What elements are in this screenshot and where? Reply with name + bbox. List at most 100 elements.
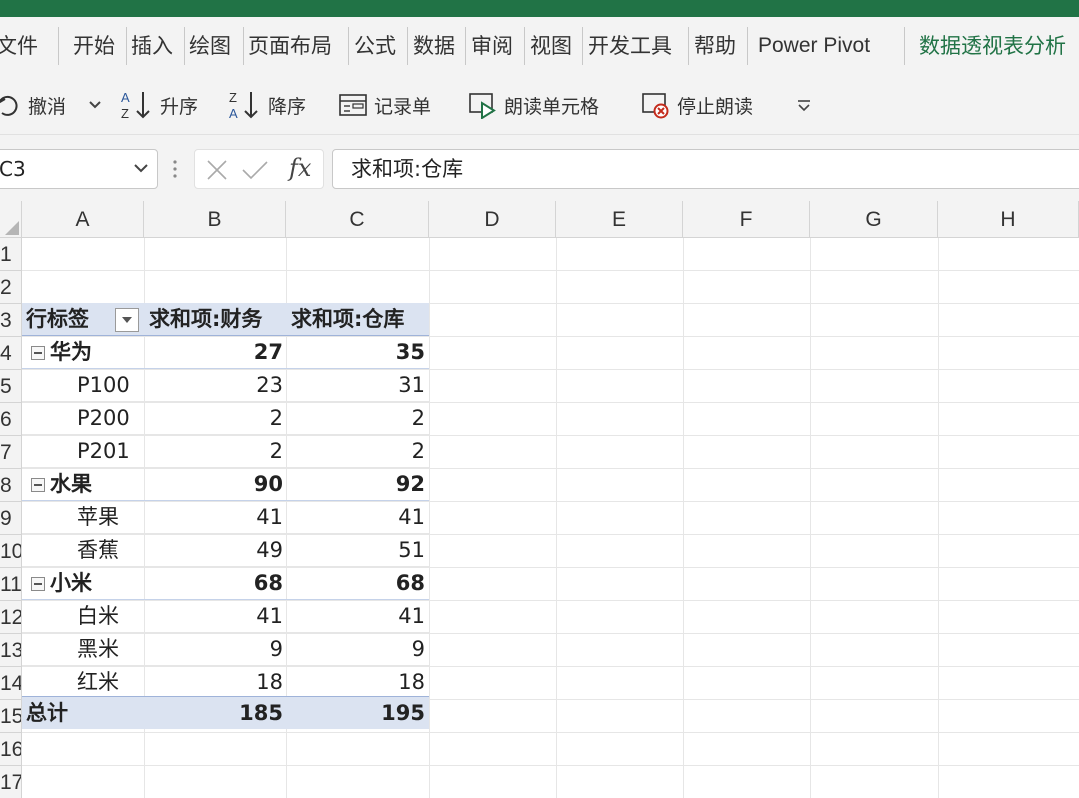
item-label[interactable]: P201 [22, 435, 145, 468]
tab-file[interactable]: 文件 [0, 31, 38, 61]
item-warehouse-value[interactable]: 41 [287, 600, 429, 633]
pivot-item-row[interactable]: 白米 41 41 [22, 600, 429, 633]
item-warehouse-value[interactable]: 18 [287, 666, 429, 699]
group-warehouse-value[interactable]: 35 [287, 336, 429, 369]
item-label[interactable]: 白米 [22, 600, 145, 633]
row-header-2[interactable]: 2 [0, 271, 22, 304]
row-header-4[interactable]: 4 [0, 337, 22, 370]
tab-home[interactable]: 开始 [73, 31, 115, 61]
row-header-16[interactable]: 16 [0, 733, 22, 766]
undo-dropdown[interactable] [88, 89, 102, 121]
grand-total-warehouse[interactable]: 195 [287, 697, 429, 730]
pivot-item-row[interactable]: 苹果 41 41 [22, 501, 429, 534]
pivot-item-row[interactable]: 香蕉 49 51 [22, 534, 429, 567]
pivot-total-row[interactable]: 总计 185 195 [22, 696, 429, 729]
group-warehouse-value[interactable]: 92 [287, 468, 429, 501]
tab-formulas[interactable]: 公式 [354, 31, 396, 61]
row-header-17[interactable]: 17 [0, 766, 22, 798]
resize-handle-icon[interactable] [172, 159, 178, 179]
column-header-f[interactable]: F [683, 201, 810, 238]
name-box[interactable]: C3 [0, 149, 158, 189]
row-header-13[interactable]: 13 [0, 634, 22, 667]
group-finance-value[interactable]: 27 [145, 336, 287, 369]
pivot-group-row[interactable]: 华为 27 35 [22, 336, 429, 369]
item-label[interactable]: 香蕉 [22, 534, 145, 567]
group-label[interactable]: 水果 [22, 468, 145, 501]
item-warehouse-value[interactable]: 41 [287, 501, 429, 534]
grand-total-finance[interactable]: 185 [145, 697, 287, 730]
filter-dropdown-icon[interactable] [115, 308, 139, 332]
row-header-10[interactable]: 10 [0, 535, 22, 568]
row-header-14[interactable]: 14 [0, 667, 22, 700]
item-warehouse-value[interactable]: 31 [287, 369, 429, 402]
column-header-g[interactable]: G [810, 201, 938, 238]
row-header-3[interactable]: 3 [0, 304, 22, 337]
item-label[interactable]: 红米 [22, 666, 145, 699]
item-label[interactable]: 苹果 [22, 501, 145, 534]
pivot-group-row[interactable]: 小米 68 68 [22, 567, 429, 600]
item-finance-value[interactable]: 2 [145, 402, 287, 435]
formula-input[interactable]: 求和项:仓库 [332, 149, 1079, 189]
row-header-11[interactable]: 11 [0, 568, 22, 601]
grand-total-label[interactable]: 总计 [22, 697, 145, 730]
column-header-c[interactable]: C [286, 201, 429, 238]
insert-function-icon[interactable]: fx [289, 154, 311, 182]
pivot-item-row[interactable]: P100 23 31 [22, 369, 429, 402]
sum-warehouse-header[interactable]: 求和项:仓库 [287, 303, 429, 336]
tab-review[interactable]: 审阅 [471, 31, 513, 61]
row-header-8[interactable]: 8 [0, 469, 22, 502]
item-warehouse-value[interactable]: 2 [287, 402, 429, 435]
tab-help[interactable]: 帮助 [694, 31, 736, 61]
group-finance-value[interactable]: 68 [145, 567, 287, 600]
form-button[interactable]: 记录单 [338, 89, 431, 121]
group-warehouse-value[interactable]: 68 [287, 567, 429, 600]
column-header-a[interactable]: A [22, 201, 144, 238]
column-header-h[interactable]: H [938, 201, 1079, 238]
item-finance-value[interactable]: 2 [145, 435, 287, 468]
item-finance-value[interactable]: 41 [145, 501, 287, 534]
pivot-item-row[interactable]: P200 2 2 [22, 402, 429, 435]
pivot-group-row[interactable]: 水果 90 92 [22, 468, 429, 501]
tab-pivot-analyze[interactable]: 数据透视表分析 [919, 31, 1066, 61]
confirm-icon[interactable] [241, 158, 269, 182]
sum-finance-header[interactable]: 求和项:财务 [145, 303, 287, 336]
row-header-1[interactable]: 1 [0, 238, 22, 271]
row-header-6[interactable]: 6 [0, 403, 22, 436]
row-header-15[interactable]: 15 [0, 700, 22, 733]
sort-ascending-button[interactable]: A Z 升序 [120, 89, 198, 121]
group-finance-value[interactable]: 90 [145, 468, 287, 501]
item-finance-value[interactable]: 9 [145, 633, 287, 666]
item-finance-value[interactable]: 41 [145, 600, 287, 633]
item-warehouse-value[interactable]: 9 [287, 633, 429, 666]
speak-cells-button[interactable]: 朗读单元格 [468, 89, 599, 121]
group-label[interactable]: 华为 [22, 336, 145, 369]
item-label[interactable]: P200 [22, 402, 145, 435]
tab-data[interactable]: 数据 [413, 31, 455, 61]
cancel-icon[interactable] [205, 158, 229, 182]
undo-button[interactable]: 撤消 [0, 89, 66, 121]
customize-toolbar-button[interactable] [796, 89, 812, 121]
row-header-12[interactable]: 12 [0, 601, 22, 634]
column-header-e[interactable]: E [556, 201, 683, 238]
tab-draw[interactable]: 绘图 [189, 31, 231, 61]
tab-view[interactable]: 视图 [530, 31, 572, 61]
pivot-item-row[interactable]: P201 2 2 [22, 435, 429, 468]
select-all-button[interactable] [0, 201, 22, 238]
item-finance-value[interactable]: 18 [145, 666, 287, 699]
item-warehouse-value[interactable]: 51 [287, 534, 429, 567]
group-label[interactable]: 小米 [22, 567, 145, 600]
item-finance-value[interactable]: 23 [145, 369, 287, 402]
stop-speaking-button[interactable]: 停止朗读 [641, 89, 753, 121]
sort-descending-button[interactable]: Z A 降序 [228, 89, 306, 121]
row-header-7[interactable]: 7 [0, 436, 22, 469]
row-header-9[interactable]: 9 [0, 502, 22, 535]
item-finance-value[interactable]: 49 [145, 534, 287, 567]
tab-insert[interactable]: 插入 [131, 31, 173, 61]
item-label[interactable]: 黑米 [22, 633, 145, 666]
tab-developer[interactable]: 开发工具 [588, 31, 672, 61]
row-header-5[interactable]: 5 [0, 370, 22, 403]
column-header-d[interactable]: D [429, 201, 556, 238]
pivot-header-row[interactable]: 行标签 求和项:财务 求和项:仓库 [22, 303, 429, 336]
item-label[interactable]: P100 [22, 369, 145, 402]
tab-power-pivot[interactable]: Power Pivot [758, 31, 870, 61]
